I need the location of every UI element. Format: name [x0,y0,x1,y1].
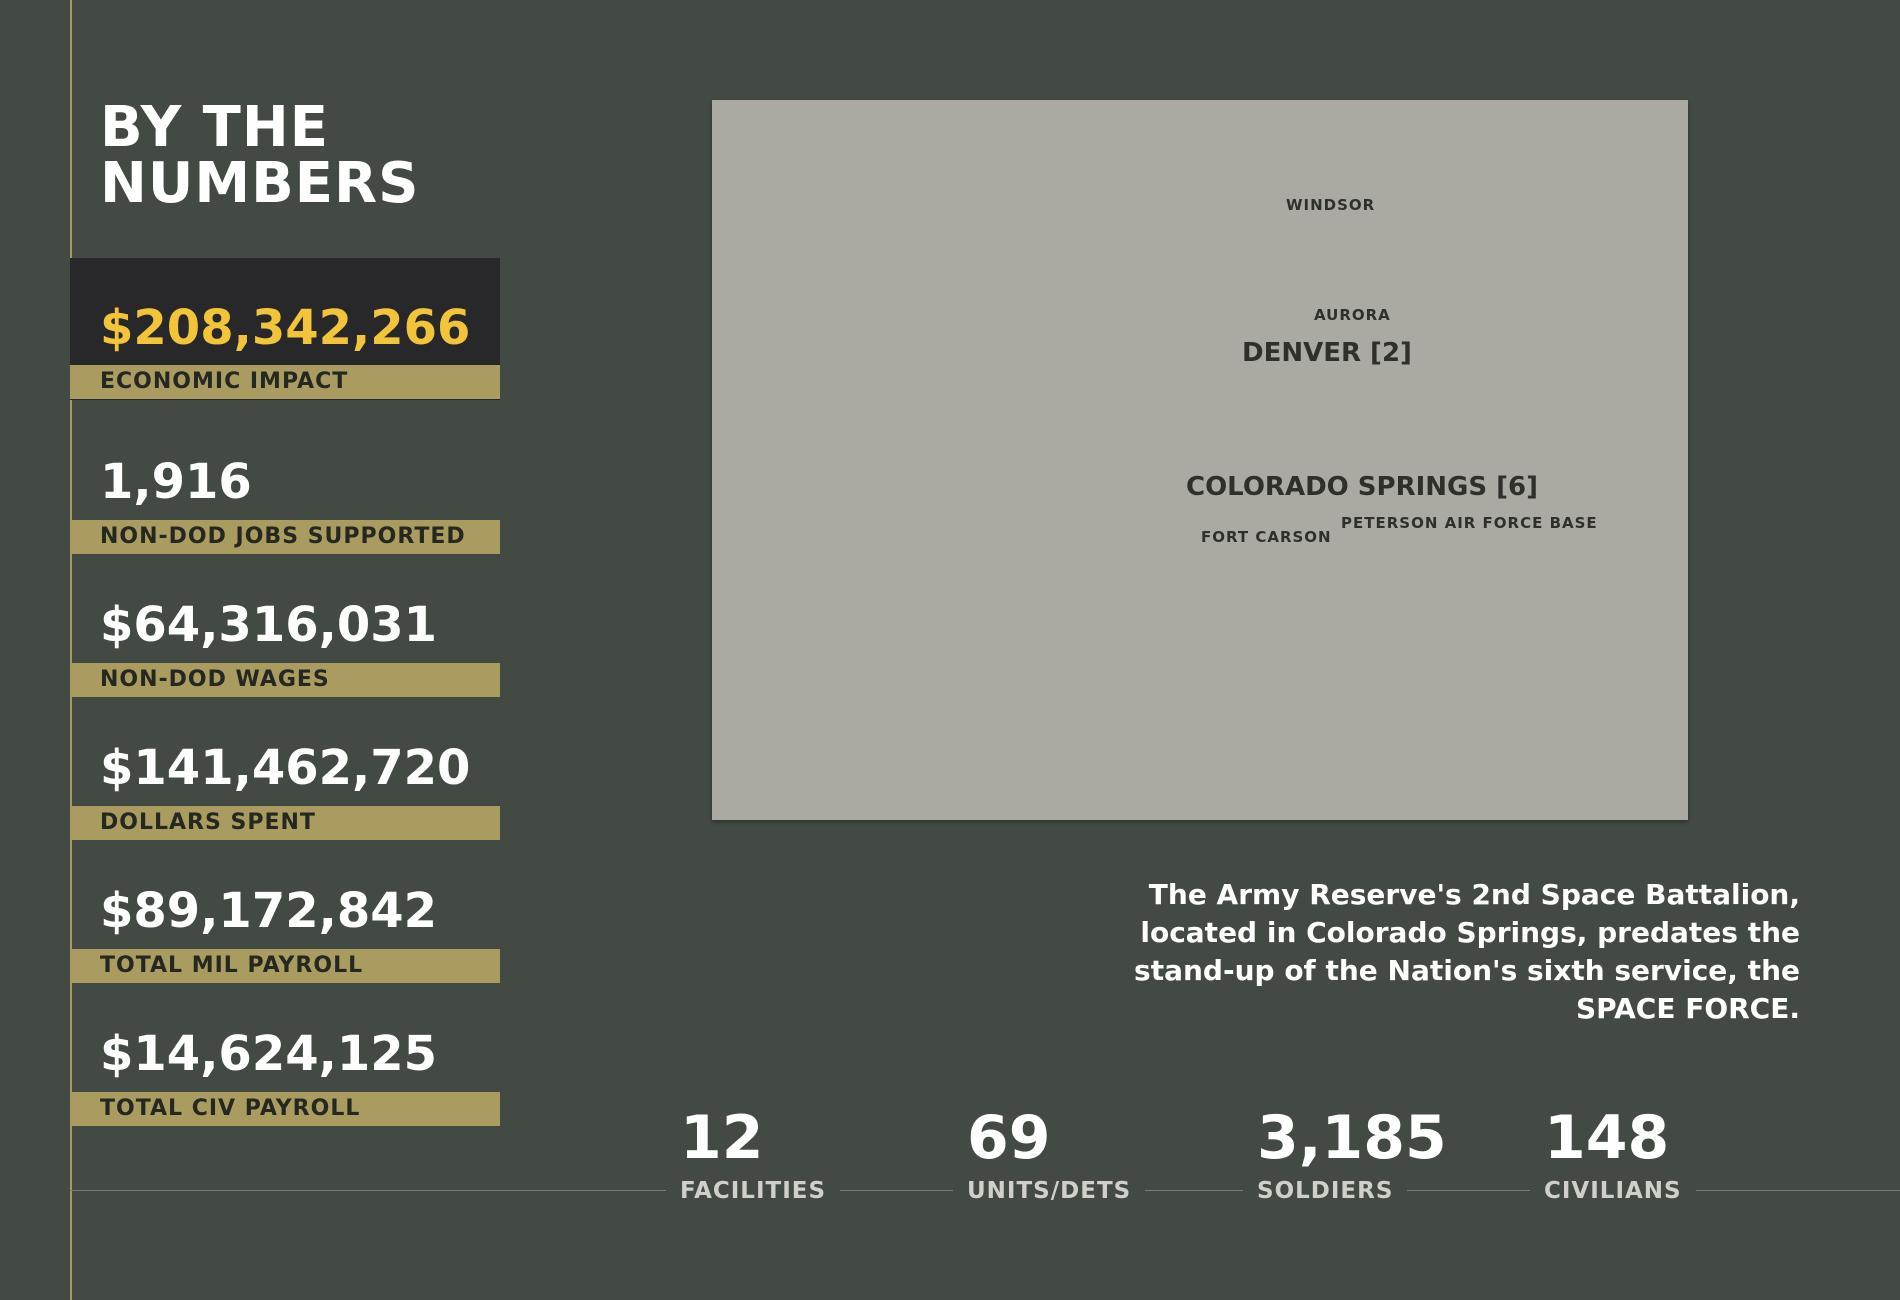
stat-label: TOTAL CIV PAYROLL [70,1092,500,1126]
stat-value: $14,624,125 [100,1026,438,1082]
page-title: BY THE NUMBERS [100,95,420,216]
count-value: 69 [967,1103,1051,1173]
colorado-map: WINDSOR AURORA DENVER [2] COLORADO SPRIN… [712,100,1688,820]
count-label: UNITS/DETS [953,1176,1146,1206]
count-units: 69 UNITS/DETS [953,1103,1159,1206]
count-value: 12 [680,1103,764,1173]
stat-non-dod-wages: $64,316,031 NON-DOD WAGES [70,601,500,697]
battalion-caption: The Army Reserve's 2nd Space Battalion, … [1134,878,1800,1025]
count-label: CIVILIANS [1530,1176,1696,1206]
stat-total-mil-payroll: $89,172,842 TOTAL MIL PAYROLL [70,887,500,983]
map-label-denver: DENVER [2] [1242,338,1412,368]
stat-non-dod-jobs: 1,916 NON-DOD JOBS SUPPORTED [70,458,500,554]
stat-label: NON-DOD JOBS SUPPORTED [70,520,500,554]
count-civilians: 148 CIVILIANS [1530,1103,1710,1206]
stat-label: ECONOMIC IMPACT [70,365,500,399]
stat-label: DOLLARS SPENT [70,806,500,840]
count-soldiers: 3,185 SOLDIERS [1243,1103,1447,1206]
count-facilities: 12 FACILITIES [666,1103,854,1206]
map-label-windsor: WINDSOR [1286,196,1376,214]
stat-value: $208,342,266 [100,300,471,356]
map-label-colorado-springs: COLORADO SPRINGS [6] [1186,472,1539,502]
stat-value: $89,172,842 [100,883,438,939]
count-value: 148 [1544,1103,1670,1173]
stat-label: TOTAL MIL PAYROLL [70,949,500,983]
stat-economic-impact: $208,342,266 ECONOMIC IMPACT [70,258,500,400]
stat-dollars-spent: $141,462,720 DOLLARS SPENT [70,744,500,840]
stat-value: $141,462,720 [100,740,471,796]
map-label-peterson-afb: PETERSON AIR FORCE BASE [1341,514,1598,532]
count-label: FACILITIES [666,1176,841,1206]
count-label: SOLDIERS [1243,1176,1408,1206]
stat-value: 1,916 [100,454,252,510]
map-label-fort-carson: FORT CARSON [1201,528,1332,546]
stat-value: $64,316,031 [100,597,438,653]
count-value: 3,185 [1257,1103,1447,1173]
map-label-aurora: AURORA [1314,306,1391,324]
stat-total-civ-payroll: $14,624,125 TOTAL CIV PAYROLL [70,1030,500,1126]
stat-label: NON-DOD WAGES [70,663,500,697]
